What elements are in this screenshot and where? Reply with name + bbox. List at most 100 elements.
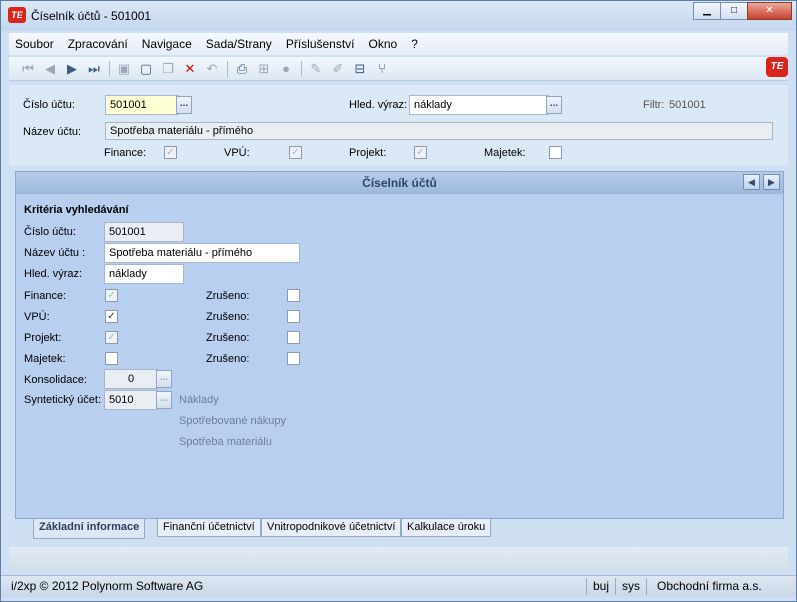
last-record-icon[interactable]: ⏭ [85, 60, 103, 78]
title-bar[interactable]: TE Číselník účtů - 501001 ▁ □ ✕ [1, 1, 796, 31]
application-window: TE Číselník účtů - 501001 ▁ □ ✕ Soubor Z… [0, 0, 797, 602]
panel-majetek-cancel-checkbox[interactable] [287, 352, 300, 365]
panel-vpu-checkbox[interactable]: ✓ [105, 310, 118, 323]
search-expr-lookup-button[interactable]: ... [546, 96, 562, 114]
panel-majetek-label: Majetek: [24, 353, 66, 365]
panel-finance-cancel-label: Zrušeno: [206, 290, 250, 302]
section-title: Kritéria vyhledávání [24, 204, 129, 216]
tree-icon[interactable]: ⊞ [255, 60, 273, 78]
panel-account-name-label: Název účtu : [24, 247, 86, 259]
search-expr-label: Hled. výraz: [349, 99, 408, 111]
tab-internal-accounting[interactable]: Vnitropodnikové účetnictví [261, 519, 402, 537]
menu-sada-strany[interactable]: Sada/Strany [206, 37, 272, 51]
export-icon[interactable]: ⊟ [351, 60, 369, 78]
vpu-label: VPÚ: [224, 147, 250, 159]
toolbar: ⏮ ◀ ▶ ⏭ ▣ ▢ ❐ ✕ ↶ ⎙ ⊞ ● ✎ ✐ ⊟ ⑂ [9, 57, 788, 81]
finance-label: Finance: [104, 147, 147, 159]
menu-navigace[interactable]: Navigace [142, 37, 192, 51]
account-name-field[interactable]: Spotřeba materiálu - přímého [105, 122, 773, 140]
toolbar-separator [227, 60, 228, 77]
tab-strip: Základní informace Finanční účetnictví V… [15, 519, 784, 539]
minimize-button[interactable]: ▁ [693, 2, 721, 20]
panel-search-expr-field[interactable]: náklady [104, 264, 184, 284]
project-checkbox[interactable]: ✓ [414, 146, 427, 159]
majetek-checkbox[interactable] [549, 146, 562, 159]
synthetic-desc-3: Spotřeba materiálu [179, 436, 272, 448]
delete-icon[interactable]: ✕ [181, 60, 199, 78]
filter-value: 501001 [669, 99, 706, 111]
status-db: sys [622, 579, 640, 593]
first-record-icon[interactable]: ⏮ [19, 60, 37, 78]
menu-zpracovani[interactable]: Zpracování [68, 37, 128, 51]
next-record-icon[interactable]: ▶ [63, 60, 81, 78]
account-number-label: Číslo účtu: [23, 99, 75, 111]
menu-okno[interactable]: Okno [369, 37, 398, 51]
vpu-checkbox[interactable]: ✓ [289, 146, 302, 159]
status-user: buj [593, 579, 610, 593]
status-separator [646, 578, 647, 595]
panel-finance-label: Finance: [24, 290, 67, 302]
panel-vpu-label: VPÚ: [24, 311, 50, 323]
synthetic-desc-2: Spotřebované nákupy [179, 415, 287, 427]
edit-icon[interactable]: ✎ [307, 60, 325, 78]
close-button[interactable]: ✕ [747, 2, 792, 20]
project-label: Projekt: [349, 147, 387, 159]
panel-next-button[interactable]: ▶ [763, 174, 780, 190]
synthetic-account-lookup-button[interactable]: ... [156, 391, 172, 409]
toolbar-separator [109, 60, 110, 77]
consolidation-lookup-button[interactable]: ... [156, 370, 172, 388]
save-icon[interactable]: ▣ [115, 60, 133, 78]
account-name-label: Název účtu: [23, 126, 82, 138]
copy-icon[interactable]: ❐ [159, 60, 177, 78]
panel-majetek-checkbox[interactable] [105, 352, 118, 365]
print-icon[interactable]: ⎙ [233, 60, 251, 78]
bottom-toolbar [9, 547, 788, 571]
status-separator [615, 578, 616, 595]
circle-icon[interactable]: ● [277, 60, 295, 78]
panel-majetek-cancel-label: Zrušeno: [206, 353, 250, 365]
panel-project-cancel-label: Zrušeno: [206, 332, 250, 344]
toolbar-separator [301, 60, 302, 77]
filter-icon[interactable]: ⑂ [373, 60, 391, 78]
panel-vpu-cancel-label: Zrušeno: [206, 311, 250, 323]
menu-prislusenstvi[interactable]: Příslušenství [286, 37, 355, 51]
status-copyright: i/2xp © 2012 Polynorm Software AG [11, 579, 204, 593]
panel-account-number-field[interactable]: 501001 [104, 222, 184, 242]
panel-title: Číselník účtů [16, 172, 783, 194]
panel-finance-cancel-checkbox[interactable] [287, 289, 300, 302]
prev-record-icon[interactable]: ◀ [41, 60, 59, 78]
panel-search-expr-label: Hled. výraz: [24, 268, 83, 280]
status-company: Obchodní firma a.s. [657, 579, 762, 593]
menu-bar: Soubor Zpracování Navigace Sada/Strany P… [9, 33, 788, 55]
main-panel: Číselník účtů ◀ ▶ Kritéria vyhledávání Č… [15, 171, 784, 519]
undo-icon[interactable]: ↶ [203, 60, 221, 78]
panel-account-name-field[interactable]: Spotřeba materiálu - přímého [104, 243, 300, 263]
finance-checkbox[interactable]: ✓ [164, 146, 177, 159]
panel-vpu-cancel-checkbox[interactable] [287, 310, 300, 323]
consolidation-field[interactable]: 0 [104, 369, 158, 389]
maximize-button[interactable]: □ [720, 2, 748, 20]
panel-prev-button[interactable]: ◀ [743, 174, 760, 190]
status-separator [586, 578, 587, 595]
search-expr-field[interactable]: náklady [409, 95, 549, 115]
majetek-label: Majetek: [484, 147, 526, 159]
panel-account-number-label: Číslo účtu: [24, 226, 76, 238]
menu-help[interactable]: ? [411, 37, 418, 51]
synthetic-desc-1: Náklady [179, 394, 219, 406]
synthetic-account-field[interactable]: 5010 [104, 390, 158, 410]
edit2-icon[interactable]: ✐ [329, 60, 347, 78]
tab-interest-calculation[interactable]: Kalkulace úroku [401, 519, 492, 537]
synthetic-account-label: Syntetický účet: [24, 394, 102, 406]
panel-project-cancel-checkbox[interactable] [287, 331, 300, 344]
status-bar: i/2xp © 2012 Polynorm Software AG buj sy… [1, 575, 796, 597]
menu-soubor[interactable]: Soubor [15, 37, 54, 51]
new-icon[interactable]: ▢ [137, 60, 155, 78]
panel-finance-checkbox[interactable]: ✓ [105, 289, 118, 302]
tab-financial-accounting[interactable]: Finanční účetnictví [157, 519, 261, 537]
account-number-lookup-button[interactable]: ... [176, 96, 192, 114]
app-logo-icon: TE [8, 7, 26, 23]
panel-project-checkbox[interactable]: ✓ [105, 331, 118, 344]
brand-logo-icon: TE [766, 57, 788, 77]
tab-basic-info[interactable]: Základní informace [33, 519, 146, 539]
account-number-field[interactable]: 501001 [105, 95, 179, 115]
